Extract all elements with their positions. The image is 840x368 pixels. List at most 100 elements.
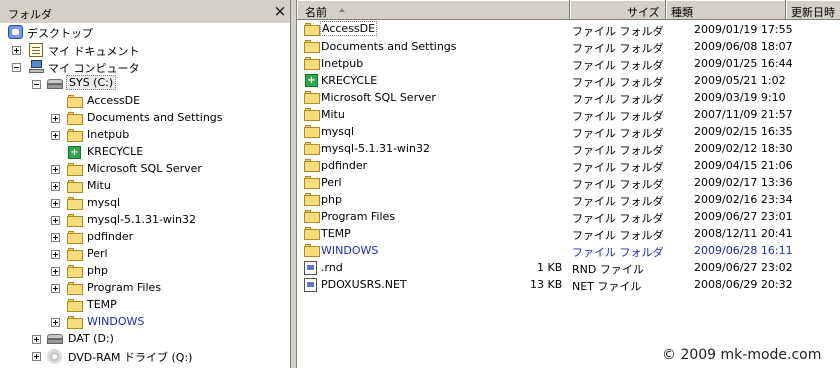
folder-icon [67,163,83,176]
file-modified: 2007/11/09 21:57 [694,108,793,121]
folder-icon [304,91,320,104]
list-item[interactable]: PDOXUSRS.NET 13 KB NET ファイル 2008/06/29 2… [297,276,840,293]
expand-toggle[interactable] [51,131,60,140]
expand-toggle[interactable] [51,284,60,293]
tree-item-folder[interactable]: Program Files [0,280,291,297]
folder-icon [67,282,83,295]
file-modified: 2009/05/21 1:02 [694,74,786,87]
column-header-name[interactable]: 名前 [297,0,570,20]
file-type: ファイル フォルダ [572,212,664,225]
folder-pane-title: フォルダ [8,8,52,21]
file-modified: 2009/06/27 23:01 [694,210,793,223]
expand-toggle[interactable] [51,165,60,174]
list-item[interactable]: mysql-5.1.31-win32 ファイル フォルダ 2009/02/12 … [297,140,840,157]
tree-item-label: Program Files [87,281,162,294]
file-name: Microsoft SQL Server [321,91,436,104]
tree-item-label: マイ ドキュメント [48,45,140,58]
tree-item-dvd-drive[interactable]: DVD-RAM ドライブ (Q:) [0,348,291,365]
tree-item-folder[interactable]: mysql-5.1.31-win32 [0,212,291,229]
expand-toggle[interactable] [51,182,60,191]
expand-toggle[interactable] [51,114,60,123]
column-header-type[interactable]: 種類 [666,0,786,20]
file-name: KRECYCLE [321,74,378,87]
column-header-modified[interactable]: 更新日時 [786,0,840,20]
file-name: php [321,193,342,206]
expand-toggle[interactable] [51,250,60,259]
tree-item-folder[interactable]: Mitu [0,178,291,195]
tree-item-folder[interactable]: AccessDE [0,93,291,110]
folder-icon [67,316,83,329]
list-item[interactable]: Mitu ファイル フォルダ 2007/11/09 21:57 [297,106,840,123]
tree-item-folder[interactable]: TEMP [0,297,291,314]
recycle-icon: + [68,146,81,159]
tree-item-label: KRECYCLE [87,145,144,158]
file-icon [304,278,317,292]
list-item[interactable]: Documents and Settings ファイル フォルダ 2009/06… [297,38,840,55]
column-header-size[interactable]: サイズ [570,0,666,20]
file-name: PDOXUSRS.NET [321,278,407,291]
tree-item-dat-drive[interactable]: DAT (D:) [0,331,291,348]
file-modified: 2009/02/16 23:34 [694,193,793,206]
expand-toggle[interactable] [51,199,60,208]
tree-item-label: SYS (C:) [66,75,117,90]
file-type: ファイル フォルダ [572,25,664,38]
list-item[interactable]: + KRECYCLE ファイル フォルダ 2009/05/21 1:02 [297,72,840,89]
list-item[interactable]: Microsoft SQL Server ファイル フォルダ 2009/03/1… [297,89,840,106]
column-header-label: サイズ [627,6,660,19]
list-item[interactable]: pdfinder ファイル フォルダ 2009/04/15 21:06 [297,157,840,174]
list-item[interactable]: Inetpub ファイル フォルダ 2009/01/25 16:44 [297,55,840,72]
folder-icon [67,180,83,193]
list-item[interactable]: AccessDE ファイル フォルダ 2009/01/19 17:55 [297,21,840,38]
tree-item-folder[interactable]: Microsoft SQL Server [0,161,291,178]
expand-toggle[interactable] [51,216,60,225]
folder-tree: デスクトップ マイ ドキュメント マイ コンピュータ SYS (C:) Acce… [0,24,291,368]
folder-tree-pane: フォルダ × デスクトップ マイ ドキュメント マイ コンピュータ SYS (C… [0,0,291,368]
column-header-label: 種類 [671,6,693,19]
file-name: Documents and Settings [321,40,457,53]
tree-item-folder[interactable]: php [0,263,291,280]
list-item[interactable]: .rnd 1 KB RND ファイル 2009/06/27 23:02 [297,259,840,276]
list-item[interactable]: Program Files ファイル フォルダ 2009/06/27 23:01 [297,208,840,225]
file-icon [304,261,317,275]
tree-item-recycle[interactable]: + KRECYCLE [0,144,291,161]
tree-item-label: Inetpub [87,128,130,141]
expand-toggle[interactable] [12,46,21,55]
expand-toggle[interactable] [51,318,60,327]
expand-toggle[interactable] [32,335,41,344]
expand-toggle[interactable] [51,233,60,242]
list-item[interactable]: php ファイル フォルダ 2009/02/16 23:34 [297,191,840,208]
file-type: NET ファイル [572,280,642,293]
folder-icon [304,23,320,36]
tree-item-folder[interactable]: Documents and Settings [0,110,291,127]
tree-item-my-documents[interactable]: マイ ドキュメント [0,42,291,59]
file-modified: 2008/12/11 20:41 [694,227,793,240]
collapse-toggle[interactable] [32,80,41,89]
folder-icon [304,57,320,70]
tree-item-folder[interactable]: WINDOWS [0,314,291,331]
expand-toggle[interactable] [51,267,60,276]
file-modified: 2009/02/15 16:35 [694,125,793,138]
folder-icon [67,112,83,125]
tree-item-label: mysql [87,196,120,209]
list-item[interactable]: Perl ファイル フォルダ 2009/02/17 13:36 [297,174,840,191]
expand-toggle[interactable] [32,352,41,361]
tree-item-sys-drive[interactable]: SYS (C:) [0,75,291,93]
tree-item-my-computer[interactable]: マイ コンピュータ [0,59,291,76]
list-item[interactable]: TEMP ファイル フォルダ 2008/12/11 20:41 [297,225,840,242]
close-icon[interactable]: × [272,3,288,19]
tree-item-label: マイ コンピュータ [48,62,140,75]
list-item[interactable]: WINDOWS ファイル フォルダ 2009/06/28 16:11 [297,242,840,259]
tree-item-desktop[interactable]: デスクトップ [0,24,291,41]
tree-item-label: AccessDE [87,94,141,107]
folder-icon [304,40,320,53]
tree-item-label: Documents and Settings [87,111,223,124]
list-item[interactable]: mysql ファイル フォルダ 2009/02/15 16:35 [297,123,840,140]
tree-item-folder[interactable]: Inetpub [0,127,291,144]
tree-item-folder[interactable]: Perl [0,246,291,263]
tree-item-label: DAT (D:) [68,332,114,345]
computer-icon [29,60,45,74]
collapse-toggle[interactable] [12,63,21,72]
tree-item-folder[interactable]: mysql [0,195,291,212]
file-name: AccessDE [320,21,378,36]
tree-item-folder[interactable]: pdfinder [0,229,291,246]
